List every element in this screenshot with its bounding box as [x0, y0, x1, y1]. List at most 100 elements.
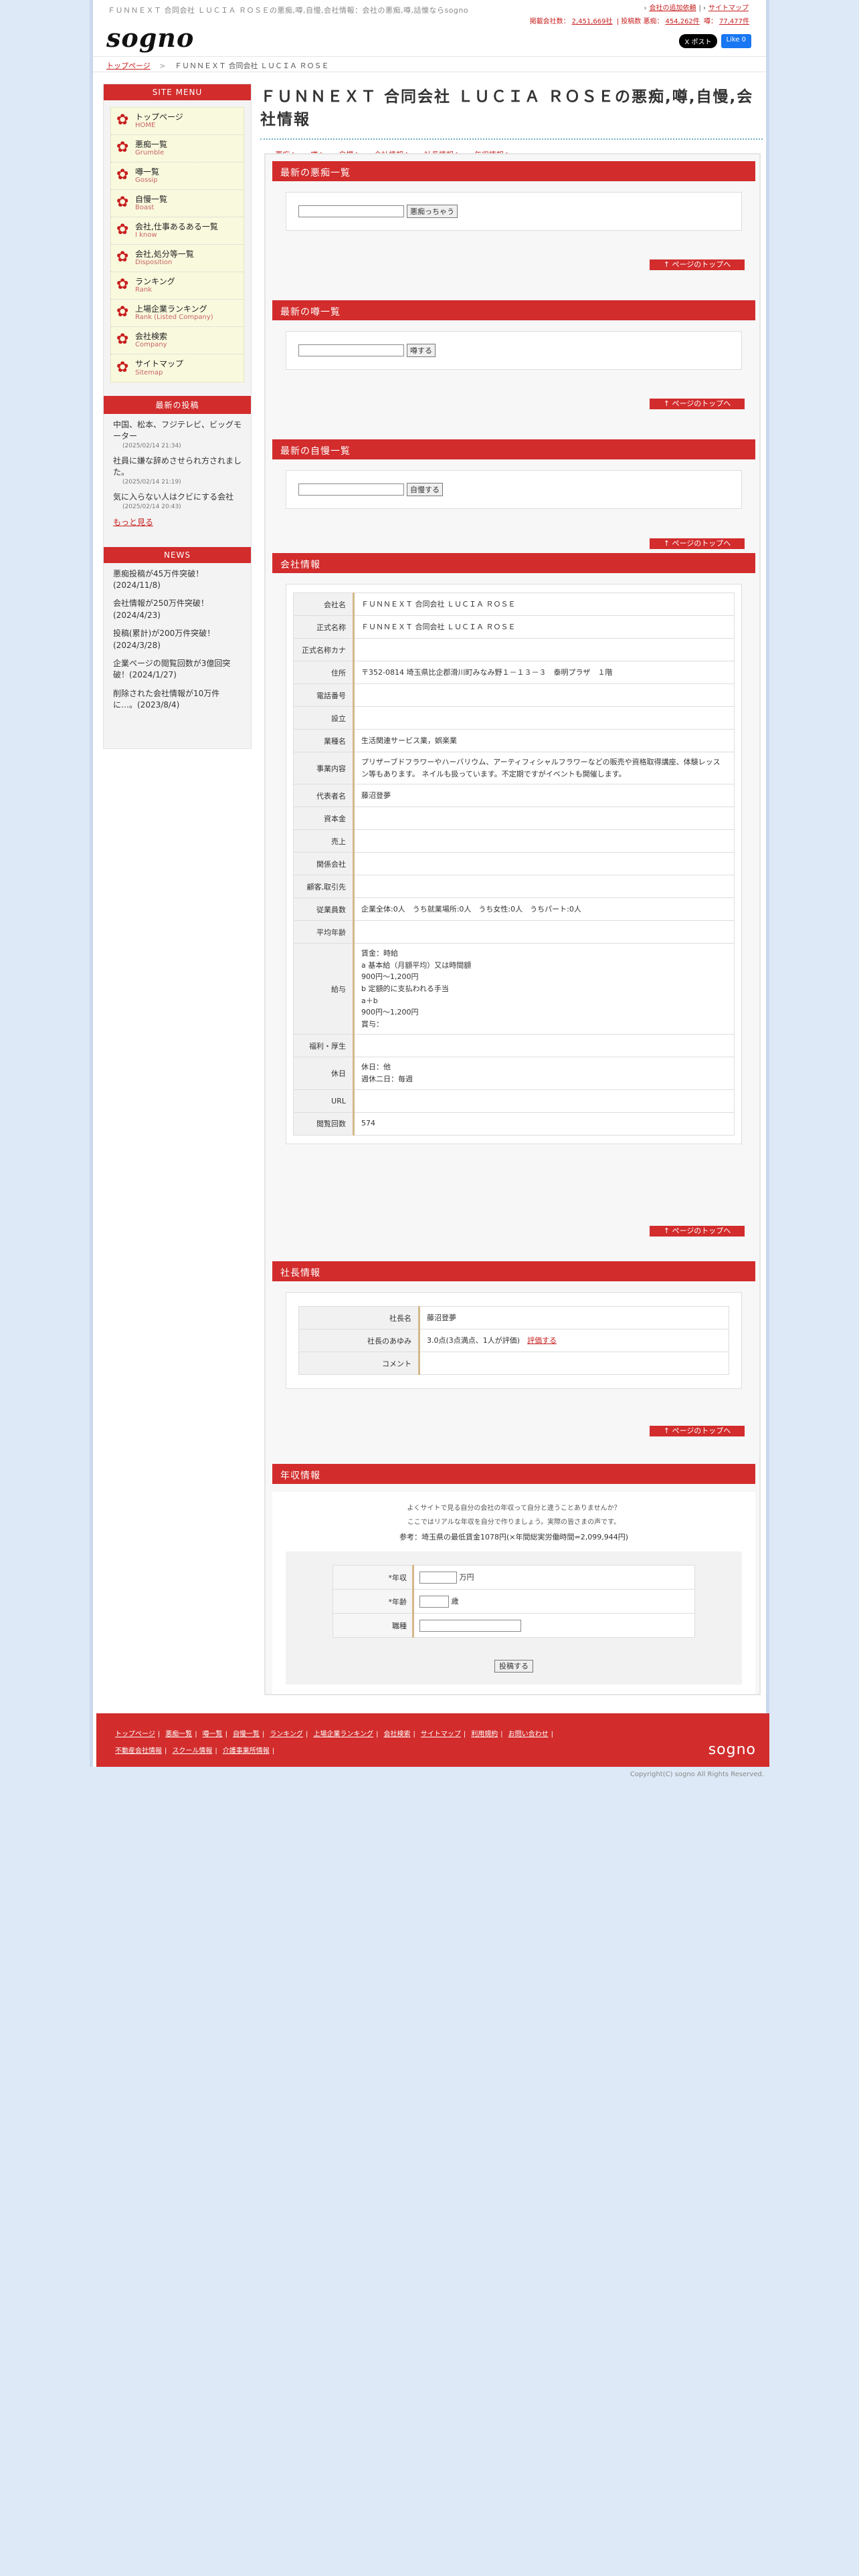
rumor-submit-button[interactable]: 噂する [407, 344, 436, 357]
sidebar-item-sub: Boast [135, 204, 155, 212]
rumors-title: 最新の噂一覧 [272, 300, 755, 320]
footer-link[interactable]: トップページ [115, 1731, 155, 1738]
footer-link[interactable]: 自慢一覧 [233, 1731, 260, 1738]
posts-label: 投稿数 悪痴： [621, 18, 664, 25]
footer-link[interactable]: スクール情報 [172, 1747, 212, 1755]
table-row: 顧客,取引先 [293, 875, 735, 899]
complaint-input[interactable] [298, 205, 404, 217]
social-buttons: X ポスト Like 0 [679, 34, 751, 48]
footer-link[interactable]: サイトマップ [421, 1731, 461, 1738]
salary-title: 年収情報 [272, 1464, 755, 1484]
footer-divider: | [413, 1731, 415, 1738]
evaluate-link[interactable]: 評価する [527, 1336, 557, 1345]
company-field-value [353, 875, 735, 899]
footer-links: トップページ | 悪痴一覧 | 噂一覧 | 自慢一覧 | ランキング | 上場企業ランキング | 会社検… [115, 1728, 559, 1761]
sidebar-item-disposition[interactable]: 会社,処分等一覧Disposition [111, 245, 244, 272]
company-field-label: 電話番号 [293, 683, 355, 707]
footer-link[interactable]: 介護事業所情報 [223, 1747, 270, 1755]
arrow-up-icon: ↑ [663, 1426, 670, 1435]
company-field-value: プリザーブドフラワーやハーバリウム、アーティフィシャルフラワーなどの販売や資格取… [353, 751, 735, 785]
footer-link[interactable]: ランキング [270, 1731, 303, 1738]
sidebar-item-boast[interactable]: 自慢一覧Boast [111, 190, 244, 217]
company-field-label: 従業員数 [293, 897, 355, 922]
footer-link[interactable]: 会社検索 [383, 1731, 410, 1738]
company-field-label: 会社名 [293, 593, 355, 616]
president-name-label: 社長名 [298, 1306, 420, 1329]
rumor-input[interactable] [298, 344, 404, 356]
sidebar-item-iknow[interactable]: 会社,仕事あるある一覧I know [111, 217, 244, 245]
annual-income-input[interactable] [419, 1571, 457, 1584]
news-item[interactable]: 投稿(累計)が200万件突破！(2024/3/28) [113, 628, 242, 651]
to-top-button[interactable]: ↑ ページのトップへ [650, 259, 745, 270]
flower-icon [116, 139, 130, 156]
complaint-submit-button[interactable]: 悪痴っちゃう [407, 205, 458, 218]
site-tagline: ＦＵＮＮＥＸＴ 合同会社 ＬＵＣＩＡ ＲＯＳＥの悪痴,噂,自慢,会社情報：会社の… [108, 6, 469, 15]
salary-note-2: ここではリアルな年収を自分で作りましょう。実際の皆さまの声です。 [407, 1519, 621, 1526]
add-company-link[interactable]: 会社の追加依頼 [649, 5, 696, 12]
sidebar-item-gossip[interactable]: 噂一覧Gossip [111, 163, 244, 190]
post-date: (2025/02/14 21:19) [122, 478, 181, 486]
post-item[interactable]: 中国、松本、フジテレビ、ビッグモーター (2025/02/14 21:34) [113, 419, 242, 450]
salary-submit-button[interactable]: 投稿する [494, 1660, 533, 1673]
sidebar-item-sub: Disposition [135, 259, 173, 267]
salary-reference: 参考：埼玉県の最低賃金1078円(×年間総実労働時間=2,099,944円) [399, 1533, 628, 1541]
company-field-label: 顧客,取引先 [293, 875, 355, 899]
table-row: 資本金 [293, 807, 735, 831]
footer-link[interactable]: 悪痴一覧 [165, 1731, 192, 1738]
flower-icon [116, 249, 130, 265]
footer-link[interactable]: 不動産会社情報 [115, 1747, 162, 1755]
president-section: 社長情報 社長名 藤沼登夢 社長のあゆみ 3.0点(3点満点、1人が評価) 評価する… [272, 1261, 755, 1389]
site-logo[interactable]: sogno [106, 23, 194, 53]
more-posts-link[interactable]: もっと見る [113, 518, 153, 527]
post-item[interactable]: 気に入らない人はクビにする会社 (2025/02/14 20:43) [113, 492, 242, 511]
company-field-label: URL [293, 1089, 355, 1113]
table-row: 設立 [293, 706, 735, 730]
breadcrumb-home[interactable]: トップページ [106, 62, 151, 70]
news-item[interactable]: 削除された会社情報が10万件に…。(2023/8/4) [113, 688, 242, 712]
to-top-button[interactable]: ↑ ページのトップへ [650, 1226, 745, 1237]
x-post-button[interactable]: X ポスト [679, 34, 717, 48]
to-top-label: ページのトップへ [672, 1426, 731, 1435]
sidebar-item-grumble[interactable]: 悪痴一覧Grumble [111, 135, 244, 163]
news-item[interactable]: 悪痴投稿が45万件突破！(2024/11/8) [113, 568, 242, 592]
sidebar-item-rank[interactable]: ランキングRank [111, 272, 244, 300]
footer-link[interactable]: 利用規約 [471, 1731, 498, 1738]
footer-link[interactable]: 上場企業ランキング [313, 1731, 373, 1738]
company-field-label: 正式名称カナ [293, 638, 355, 661]
latest-posts-block: 最新の投稿 中国、松本、フジテレビ、ビッグモーター (2025/02/14 21:… [104, 396, 251, 534]
news-item[interactable]: 企業ページの閲覧回数が3億回突破！(2024/1/27) [113, 658, 242, 681]
breadcrumb: トップページ > ＦＵＮＮＥＸＴ 合同会社 ＬＵＣＩＡ ＲＯＳＥ [93, 56, 766, 72]
post-text: 社員に嫌な辞めさせられ方されました。 [113, 456, 242, 477]
page-container: ＦＵＮＮＥＸＴ 合同会社 ＬＵＣＩＡ ＲＯＳＥの悪痴,噂,自慢,会社情報：会社の… [90, 0, 769, 1767]
footer-link[interactable]: 噂一覧 [203, 1731, 223, 1738]
facebook-like-button[interactable]: Like 0 [721, 34, 751, 48]
company-field-label: 平均年齢 [293, 920, 355, 944]
company-field-label: 正式名称 [293, 615, 355, 639]
footer-divider: | [157, 1731, 161, 1738]
footer-divider: | [306, 1731, 308, 1738]
boast-submit-button[interactable]: 自慢する [407, 483, 443, 496]
company-field-label: 代表者名 [293, 784, 355, 808]
sidebar-item-company[interactable]: 会社検索Company [111, 327, 244, 354]
footer-logo[interactable]: sogno [708, 1741, 756, 1758]
to-top-label: ページのトップへ [672, 399, 731, 408]
complaint-count: 454,262件 [665, 18, 700, 25]
footer-link[interactable]: お問い合わせ [508, 1731, 549, 1738]
to-top-button[interactable]: ↑ ページのトップへ [650, 1426, 745, 1436]
salary-field-cell [413, 1613, 695, 1638]
sidebar-item-sitemap[interactable]: サイトマップSitemap [111, 354, 244, 382]
post-item[interactable]: 社員に嫌な辞めさせられ方されました。 (2025/02/14 21:19) [113, 455, 242, 486]
boast-input[interactable] [298, 484, 404, 496]
to-top-button[interactable]: ↑ ページのトップへ [650, 399, 745, 409]
news-title: NEWS [104, 546, 251, 563]
flower-icon [116, 194, 130, 211]
age-input[interactable] [419, 1595, 449, 1608]
footer-links-row: トップページ | 悪痴一覧 | 噂一覧 | 自慢一覧 | ランキング | 上場企業ランキング | 会社検… [115, 1728, 559, 1738]
sitemap-link[interactable]: サイトマップ [708, 5, 749, 12]
news-item[interactable]: 会社情報が250万件突破！(2024/4/23) [113, 598, 242, 621]
company-field-label: 設立 [293, 706, 355, 730]
sidebar-item-listed-rank[interactable]: 上場企業ランキングRank (Listed Company) [111, 300, 244, 327]
job-type-input[interactable] [419, 1619, 521, 1632]
sidebar-item-home[interactable]: トップページHOME [111, 108, 244, 135]
to-top-button[interactable]: ↑ ページのトップへ [650, 538, 745, 549]
